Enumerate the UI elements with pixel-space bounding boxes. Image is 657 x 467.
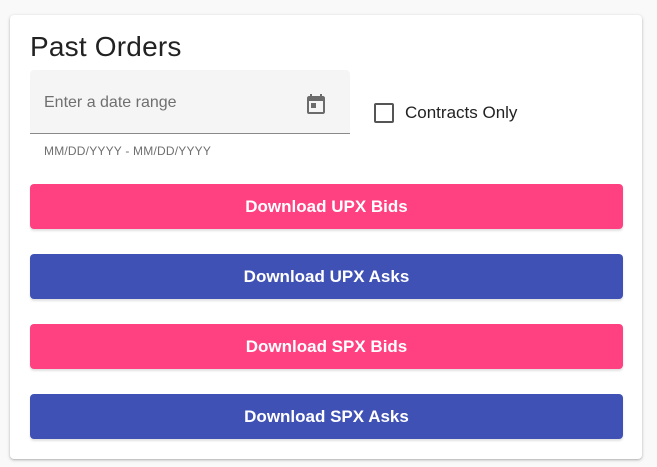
contracts-only-checkbox[interactable]: Contracts Only [374, 103, 517, 123]
download-spx-bids-button[interactable]: Download SPX Bids [30, 324, 623, 369]
date-range-hint: MM/DD/YYYY - MM/DD/YYYY [44, 144, 212, 158]
checkbox-box[interactable] [374, 103, 394, 123]
contracts-only-label: Contracts Only [405, 103, 518, 122]
past-orders-card: Past Orders Enter a date range MM/DD/YYY… [10, 15, 642, 459]
date-range-placeholder: Enter a date range [44, 94, 177, 111]
download-upx-asks-button[interactable]: Download UPX Asks [30, 254, 623, 299]
calendar-icon[interactable] [304, 92, 328, 116]
download-spx-asks-button[interactable]: Download SPX Asks [30, 394, 623, 439]
download-upx-bids-button[interactable]: Download UPX Bids [30, 184, 623, 229]
date-range-input[interactable]: Enter a date range [30, 70, 350, 134]
card-title: Past Orders [30, 31, 182, 62]
